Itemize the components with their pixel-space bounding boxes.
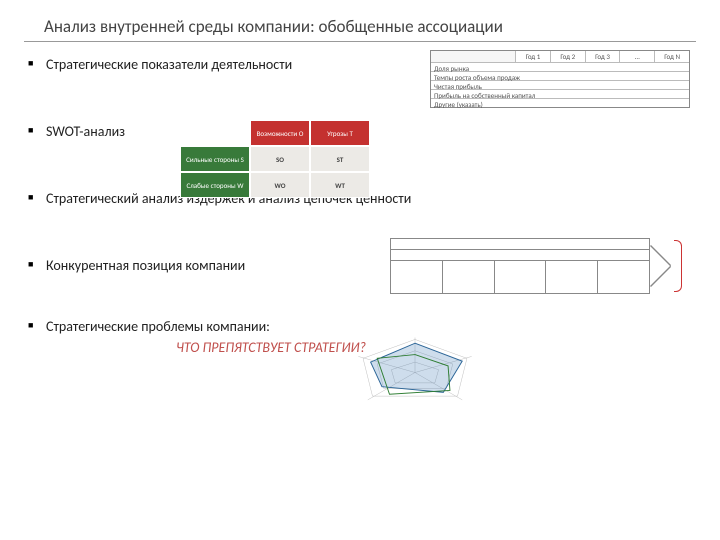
value-chain-diagram <box>390 238 690 298</box>
bullet-text: Стратегические показатели деятельности <box>46 56 292 73</box>
swot-cell-wo: WO <box>250 172 310 198</box>
swot-header-t: Угрозы T <box>310 120 370 146</box>
brace-icon <box>674 240 682 292</box>
table-header-row: Год 1 Год 2 Год 3 … Год N <box>431 51 689 62</box>
indicators-table: Год 1 Год 2 Год 3 … Год N Доля рынка Тем… <box>430 50 690 108</box>
table-header: Год 2 <box>550 51 585 62</box>
table-header <box>431 51 515 62</box>
bullet-text: Конкурентная позиция компании <box>46 257 245 274</box>
table-row: Прибыль на собственный капитал <box>431 89 689 98</box>
vc-cell <box>597 261 649 294</box>
swot-header-w: Слабые стороны W <box>180 172 250 198</box>
swot-header-s: Сильные стороны S <box>180 146 250 172</box>
swot-matrix: Возможности O Угрозы T Сильные стороны S… <box>180 120 370 198</box>
table-row: Другие (указать) <box>431 98 689 107</box>
table-row: Доля рынка <box>431 62 689 71</box>
table-header: … <box>619 51 654 62</box>
vc-cell <box>545 261 597 294</box>
vc-cell <box>494 261 546 294</box>
table-row: Чистая прибыль <box>431 80 689 89</box>
arrow-icon <box>650 246 670 286</box>
swot-blank <box>180 120 250 146</box>
swot-cell-so: SO <box>250 146 310 172</box>
table-header: Год 3 <box>585 51 620 62</box>
swot-cell-st: ST <box>310 146 370 172</box>
table-row: Темпы роста объема продаж <box>431 71 689 80</box>
table-header: Год 1 <box>515 51 550 62</box>
vc-cell <box>391 261 442 294</box>
radar-chart <box>330 330 500 415</box>
table-header: Год N <box>654 51 689 62</box>
swot-cell-wt: WT <box>310 172 370 198</box>
page-title: Анализ внутренней среды компании: обобще… <box>24 16 696 42</box>
bullet-text: SWOT-анализ <box>46 123 125 140</box>
swot-header-o: Возможности O <box>250 120 310 146</box>
vc-cell <box>442 261 494 294</box>
bullet-text: Стратегические проблемы компании: <box>46 318 270 335</box>
